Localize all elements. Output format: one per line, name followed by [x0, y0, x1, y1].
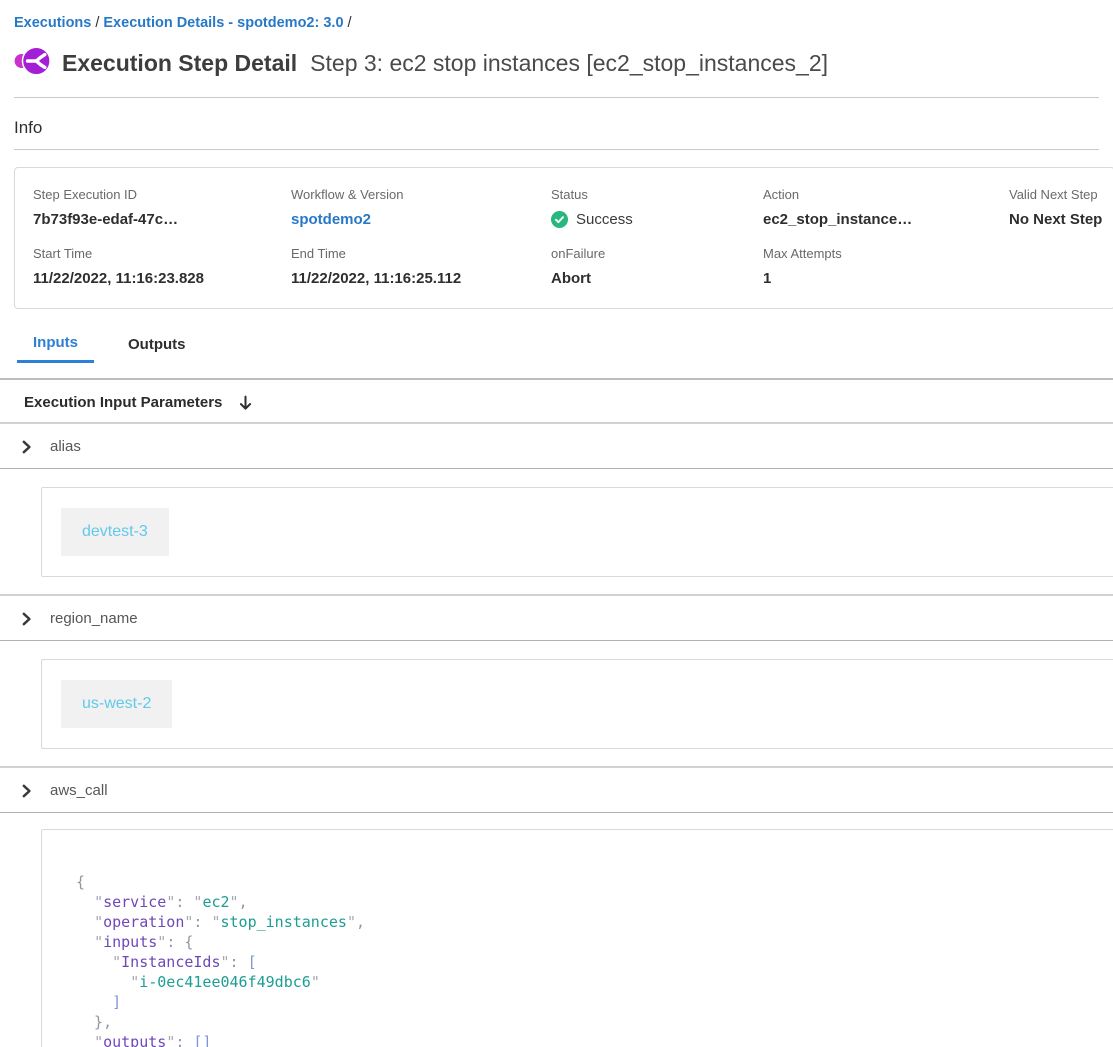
tab-outputs[interactable]: Outputs: [112, 328, 202, 363]
section-toggle-alias[interactable]: alias: [0, 424, 1113, 469]
field-start-time: Start Time 11/22/2022, 11:16:23.828: [33, 246, 291, 287]
field-label: Max Attempts: [763, 246, 1009, 261]
value-chip: devtest-3: [61, 508, 169, 556]
field-value: ec2_stop_instance…: [763, 211, 1009, 228]
aws-call-code-box: { "service": "ec2", "operation": "stop_i…: [41, 829, 1113, 1047]
field-label: onFailure: [551, 246, 763, 261]
breadcrumb-separator: /: [344, 15, 356, 31]
info-section-heading: Info: [14, 118, 1099, 150]
info-card: Step Execution ID 7b73f93e-edaf-47c… Wor…: [14, 167, 1113, 309]
workflow-link[interactable]: spotdemo2: [291, 211, 551, 228]
tab-bar: Inputs Outputs: [17, 328, 1099, 363]
value-box: devtest-3: [41, 487, 1113, 577]
field-max-attempts: Max Attempts 1: [763, 246, 1009, 287]
field-onfailure: onFailure Abort: [551, 246, 763, 287]
chevron-right-icon[interactable]: [20, 784, 33, 798]
value-box: us-west-2: [41, 659, 1113, 749]
chevron-right-icon[interactable]: [20, 612, 33, 626]
chevron-right-icon[interactable]: [20, 440, 33, 454]
field-value: Abort: [551, 270, 763, 287]
breadcrumb: Executions/Execution Details - spotdemo2…: [0, 0, 1113, 31]
field-label: Step Execution ID: [33, 187, 291, 202]
field-label: Workflow & Version: [291, 187, 551, 202]
parameter-section-alias: alias devtest-3: [0, 424, 1113, 594]
tab-inputs[interactable]: Inputs: [17, 328, 94, 363]
field-value: No Next Step: [1009, 211, 1113, 228]
section-toggle-aws-call[interactable]: aws_call: [0, 768, 1113, 813]
breadcrumb-link-execution-details[interactable]: Execution Details - spotdemo2: 3.0: [103, 15, 343, 31]
field-value: 11/22/2022, 11:16:23.828: [33, 270, 291, 287]
section-content-region-name: us-west-2: [0, 641, 1113, 766]
parameter-section-aws-call: aws_call { "service": "ec2", "operation"…: [0, 768, 1113, 1047]
section-name: region_name: [50, 610, 138, 627]
success-check-icon: [551, 211, 568, 228]
section-toggle-region-name[interactable]: region_name: [0, 596, 1113, 641]
arrow-down-icon[interactable]: [238, 395, 253, 411]
breadcrumb-link-executions[interactable]: Executions: [14, 15, 91, 31]
field-label: Action: [763, 187, 1009, 202]
breadcrumb-separator: /: [91, 15, 103, 31]
field-value: 11/22/2022, 11:16:25.112: [291, 270, 551, 287]
page-subtitle: Step 3: ec2 stop instances [ec2_stop_ins…: [310, 50, 828, 77]
field-value: 1: [763, 270, 1009, 287]
field-action: Action ec2_stop_instance…: [763, 187, 1009, 228]
field-workflow-version: Workflow & Version spotdemo2: [291, 187, 551, 228]
field-label: Valid Next Step: [1009, 187, 1113, 202]
field-status: Status Success: [551, 187, 763, 228]
section-name: aws_call: [50, 782, 108, 799]
section-content-alias: devtest-3: [0, 469, 1113, 594]
page-header: Execution Step Detail Step 3: ec2 stop i…: [14, 44, 1099, 98]
value-chip: us-west-2: [61, 680, 172, 728]
field-label: End Time: [291, 246, 551, 261]
field-label: Status: [551, 187, 763, 202]
workflow-logo-icon: [14, 44, 51, 83]
field-step-execution-id: Step Execution ID 7b73f93e-edaf-47c…: [33, 187, 291, 228]
parameter-section-region-name: region_name us-west-2: [0, 596, 1113, 766]
status-text: Success: [576, 211, 633, 228]
status-badge: Success: [551, 211, 763, 228]
execution-input-parameters-title: Execution Input Parameters: [24, 394, 222, 411]
field-valid-next-step: Valid Next Step No Next Step: [1009, 187, 1113, 228]
field-value: 7b73f93e-edaf-47c…: [33, 211, 291, 228]
section-name: alias: [50, 438, 81, 455]
json-code: { "service": "ec2", "operation": "stop_i…: [76, 872, 1113, 1047]
page-title: Execution Step Detail: [62, 50, 297, 77]
execution-input-parameters-header: Execution Input Parameters: [0, 380, 1113, 424]
field-end-time: End Time 11/22/2022, 11:16:25.112: [291, 246, 551, 287]
field-label: Start Time: [33, 246, 291, 261]
